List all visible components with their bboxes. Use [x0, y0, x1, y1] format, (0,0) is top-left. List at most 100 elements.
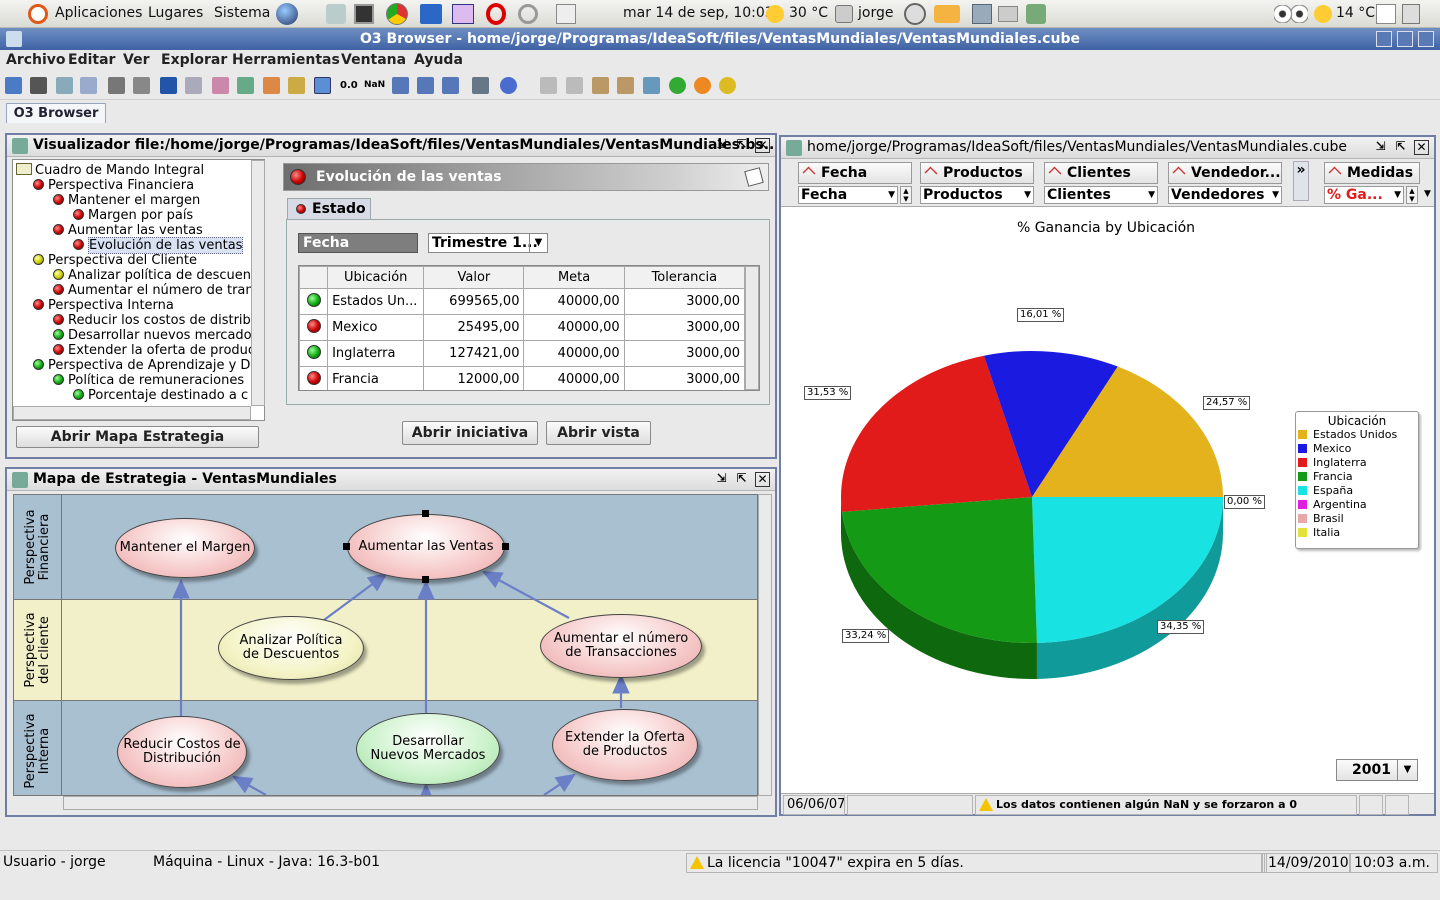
chart-icon[interactable]	[263, 77, 280, 94]
zero-icon[interactable]: 0.0	[340, 77, 358, 94]
cube-title[interactable]: home/jorge/Programas/IdeaSoft/files/Vent…	[781, 137, 1434, 159]
forward-arrow-icon[interactable]	[185, 77, 202, 94]
camera-icon[interactable]	[30, 77, 47, 94]
tree-item-selected[interactable]: Evolución de las ventas	[73, 237, 244, 254]
dimension-productos[interactable]: Productos	[920, 162, 1034, 184]
state-tab[interactable]: Estado	[287, 198, 371, 219]
chevron-down-icon[interactable]: ▼	[1024, 187, 1031, 203]
chart-type-2-icon[interactable]	[417, 77, 434, 94]
table-vscrollbar[interactable]	[745, 266, 759, 390]
map-vscrollbar[interactable]	[758, 494, 772, 796]
tab-o3-browser[interactable]: O3 Browser	[6, 103, 106, 123]
applications-menu[interactable]: Aplicaciones	[55, 5, 142, 21]
grid-icon[interactable]	[472, 77, 489, 94]
menu-explorar[interactable]: Explorar	[161, 52, 227, 68]
chrome-launcher-icon[interactable]	[386, 3, 408, 25]
terminal-launcher-icon[interactable]	[354, 4, 374, 24]
copy-icon[interactable]	[56, 77, 73, 94]
node-reduce-costs[interactable]: Reducir Costos de Distribución	[117, 716, 247, 788]
user-name[interactable]: jorge	[858, 5, 893, 21]
tree-item[interactable]: Desarrollar nuevos mercados	[53, 328, 258, 343]
menu-editar[interactable]: Editar	[68, 52, 115, 68]
open-map-button[interactable]: Abrir Mapa Estrategia	[16, 426, 259, 448]
app-launcher-icon[interactable]	[420, 4, 442, 24]
print-preview-icon[interactable]	[133, 77, 150, 94]
power-icon[interactable]	[904, 3, 926, 25]
dimension-clientes-select[interactable]: Clientes ▼	[1044, 186, 1158, 204]
menu-ver[interactable]: Ver	[123, 52, 149, 68]
table-row[interactable]: Mexico 25495,00 40000,00 3000,00	[299, 314, 746, 341]
chevron-down-icon[interactable]: ▼	[1272, 187, 1279, 203]
refresh-1-icon[interactable]	[669, 77, 686, 94]
map-hscrollbar[interactable]	[63, 796, 758, 810]
tree-item[interactable]: Política de remuneraciones	[53, 373, 244, 388]
tree-item[interactable]: Aumentar el número de tran	[53, 283, 254, 298]
chart-type-1-icon[interactable]	[392, 77, 409, 94]
view-icon[interactable]	[237, 77, 254, 94]
settings-launcher-icon[interactable]	[518, 4, 538, 24]
col-tolerance[interactable]: Tolerancia	[623, 266, 746, 289]
tray-icon-1[interactable]	[972, 4, 992, 24]
col-location[interactable]: Ubicación	[327, 266, 425, 289]
minimize-panel-icon[interactable]: ⇲	[714, 138, 729, 153]
tree-item[interactable]: Perspectiva del Cliente	[33, 253, 197, 268]
nan-icon[interactable]: NaN	[364, 77, 385, 94]
align-tree-icon[interactable]	[566, 77, 583, 94]
tray-icon-3[interactable]	[1026, 4, 1046, 24]
tree-item[interactable]: Perspectiva Financiera	[33, 178, 194, 193]
export-1-icon[interactable]	[592, 77, 609, 94]
browser-launcher-icon[interactable]	[276, 3, 298, 25]
dimension-medidas[interactable]: Medidas	[1324, 162, 1420, 184]
maximize-panel-icon[interactable]: ⇱	[734, 472, 749, 487]
close-panel-icon[interactable]: ✕	[755, 472, 770, 487]
map-canvas[interactable]: Perspectiva Financiera Perspectiva del c…	[13, 494, 758, 796]
menu-archivo[interactable]: Archivo	[6, 52, 66, 68]
table-row[interactable]: Estados Un... 699565,00 40000,00 3000,00	[299, 288, 746, 315]
minimize-panel-icon[interactable]: ⇲	[714, 472, 729, 487]
monitor-launcher-icon[interactable]	[452, 4, 474, 24]
chevron-down-icon[interactable]: ▼	[1148, 187, 1155, 203]
minimize-panel-icon[interactable]: ⇲	[1373, 140, 1388, 155]
temperature[interactable]: 30 °C	[789, 5, 828, 21]
close-icon[interactable]	[1418, 31, 1434, 47]
align-left-icon[interactable]	[540, 77, 557, 94]
chart-type-3-icon[interactable]	[442, 77, 459, 94]
table-row[interactable]: Inglaterra 127421,00 40000,00 3000,00	[299, 340, 746, 367]
minimize-icon[interactable]	[1376, 31, 1392, 47]
dimension-fecha-select[interactable]: Fecha ▼	[798, 186, 898, 204]
globe-icon[interactable]	[500, 77, 517, 94]
map-title[interactable]: Mapa de Estrategia - VentasMundiales ⇲ ⇱…	[7, 469, 775, 491]
network-icon[interactable]	[934, 5, 960, 23]
temperature-2[interactable]: 14 °C	[1336, 5, 1375, 21]
open-initiative-button[interactable]: Abrir iniciativa	[402, 421, 538, 445]
tree-item[interactable]: Perspectiva Interna	[33, 298, 174, 313]
year-select[interactable]: 2001 ▼	[1336, 759, 1418, 781]
clock[interactable]: mar 14 de sep, 10:03	[623, 5, 774, 21]
dimension-vendedores-select[interactable]: Vendedores ▼	[1168, 186, 1282, 204]
dimension-vendedores[interactable]: Vendedor...	[1168, 162, 1282, 184]
spinner-icon[interactable]: ▲ ▼	[1406, 186, 1418, 204]
period-select[interactable]: Trimestre 1... ▼	[428, 233, 548, 253]
editor-launcher-icon[interactable]	[556, 4, 576, 24]
edit-icon[interactable]	[212, 77, 229, 94]
spinner-icon[interactable]: ▲ ▼	[900, 186, 912, 204]
swap-icon[interactable]	[288, 77, 305, 94]
maximize-icon[interactable]	[1397, 31, 1413, 47]
selection-handle[interactable]	[422, 576, 429, 583]
menu-ventana[interactable]: Ventana	[341, 52, 406, 68]
node-discount-policy[interactable]: Analizar Política de Descuentos	[218, 616, 364, 680]
node-keep-margin[interactable]: Mantener el Margen	[115, 518, 255, 578]
places-menu[interactable]: Lugares	[148, 5, 203, 21]
chevron-down-icon[interactable]: ▼	[888, 187, 895, 203]
strategy-tree[interactable]: Cuadro de Mando Integral Perspectiva Fin…	[12, 159, 265, 421]
selection-handle[interactable]	[422, 510, 429, 517]
dimension-clientes[interactable]: Clientes	[1044, 162, 1158, 184]
open-view-button[interactable]: Abrir vista	[546, 421, 651, 445]
selection-handle[interactable]	[343, 543, 350, 550]
more-dimensions-button[interactable]: »	[1293, 161, 1309, 201]
export-3-icon[interactable]	[643, 77, 660, 94]
selection-handle[interactable]	[502, 543, 509, 550]
node-new-markets[interactable]: Desarrollar Nuevos Mercados	[356, 713, 500, 785]
menu-ayuda[interactable]: Ayuda	[414, 52, 463, 68]
window-titlebar[interactable]: O3 Browser - home/jorge/Programas/IdeaSo…	[0, 28, 1440, 50]
